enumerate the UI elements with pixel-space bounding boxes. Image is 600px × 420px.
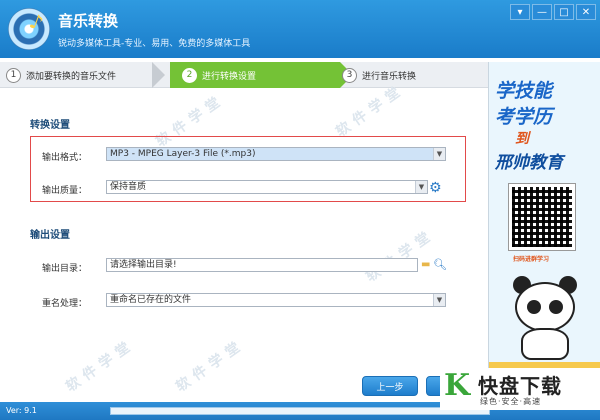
app-subtitle: 锐动多媒体工具-专业、易用、免费的多媒体工具 bbox=[58, 39, 251, 49]
title-bar: ♪ 音乐转换 锐动多媒体工具-专业、易用、免费的多媒体工具 ▾ — □ ✕ bbox=[0, 0, 600, 58]
ad-banner[interactable]: 学技能 考学历 到 邢帅教育 扫码进群学习 bbox=[488, 62, 600, 402]
site-logo-icon: K bbox=[444, 368, 471, 403]
output-quality-label: 输出质量： bbox=[42, 186, 88, 196]
panda-mascot-icon bbox=[507, 272, 585, 362]
search-icon[interactable]: 🔍︎ bbox=[433, 258, 447, 271]
step-label: 添加要转换的音乐文件 bbox=[26, 71, 117, 82]
menu-button[interactable]: ▾ bbox=[510, 4, 530, 20]
watermark-text: 软件学堂 bbox=[333, 81, 408, 141]
dropdown-arrow-icon[interactable]: ▼ bbox=[433, 294, 445, 306]
dropdown-arrow-icon[interactable]: ▼ bbox=[433, 148, 445, 160]
step-add-files[interactable]: 1 添加要转换的音乐文件 bbox=[6, 62, 116, 88]
gear-icon[interactable]: ⚙ bbox=[429, 180, 445, 196]
watermark-text: 软件学堂 bbox=[173, 336, 248, 396]
rename-value: 重命名已存在的文件 bbox=[110, 295, 192, 305]
version-label: Ver: 9.1 bbox=[6, 406, 37, 415]
step-number: 1 bbox=[6, 67, 21, 83]
site-title: 快盘下载 bbox=[478, 374, 562, 398]
output-dir-value: 请选择输出目录! bbox=[110, 260, 177, 270]
step-convert[interactable]: 3 进行音乐转换 bbox=[342, 62, 416, 88]
step-settings[interactable]: 2 进行转换设置 bbox=[182, 62, 256, 88]
ad-headline: 考学历 bbox=[495, 106, 553, 128]
music-note-icon: ♪ bbox=[26, 8, 47, 36]
ad-headline: 学技能 bbox=[495, 80, 553, 102]
progress-bar bbox=[110, 407, 490, 415]
rename-label: 重名处理： bbox=[42, 299, 88, 309]
output-quality-select[interactable]: 保持音质 ▼ bbox=[106, 180, 428, 194]
qr-caption: 扫码进群学习 bbox=[513, 256, 550, 263]
watermark-text: 软件学堂 bbox=[63, 336, 138, 396]
step-number: 2 bbox=[182, 67, 197, 83]
qr-code bbox=[508, 183, 576, 251]
folder-icon[interactable]: ▬ bbox=[421, 259, 430, 270]
ad-brand: 邢帅教育 bbox=[495, 153, 563, 173]
output-format-label: 输出格式： bbox=[42, 153, 88, 163]
maximize-button[interactable]: □ bbox=[554, 4, 574, 20]
output-format-select[interactable]: MP3 - MPEG Layer-3 File (*.mp3) ▼ bbox=[106, 147, 446, 161]
prev-button[interactable]: 上一步 bbox=[362, 376, 418, 396]
step-label: 进行音乐转换 bbox=[362, 71, 417, 82]
dropdown-arrow-icon[interactable]: ▼ bbox=[415, 181, 427, 193]
output-quality-value: 保持音质 bbox=[110, 182, 147, 192]
output-dir-input[interactable]: 请选择输出目录! bbox=[106, 258, 418, 272]
output-settings-title: 输出设置 bbox=[30, 230, 70, 241]
download-site-logo: K 快盘下载 绿色·安全·高速 bbox=[440, 368, 600, 410]
app-logo-icon: ♪ bbox=[8, 8, 50, 50]
output-format-value: MP3 - MPEG Layer-3 File (*.mp3) bbox=[110, 149, 256, 159]
step-number: 3 bbox=[342, 67, 357, 83]
wizard-steps: 1 添加要转换的音乐文件 2 进行转换设置 3 进行音乐转换 bbox=[0, 62, 488, 88]
output-dir-label: 输出目录： bbox=[42, 264, 88, 274]
step-separator bbox=[152, 62, 165, 88]
conversion-settings-title: 转换设置 bbox=[30, 120, 70, 131]
app-title: 音乐转换 bbox=[58, 12, 119, 30]
ad-headline: 到 bbox=[515, 131, 529, 147]
close-button[interactable]: ✕ bbox=[576, 4, 596, 20]
minimize-button[interactable]: — bbox=[532, 4, 552, 20]
rename-select[interactable]: 重命名已存在的文件 ▼ bbox=[106, 293, 446, 307]
site-slogan: 绿色·安全·高速 bbox=[480, 397, 542, 406]
step-label: 进行转换设置 bbox=[202, 71, 257, 82]
watermark-text: 软件学堂 bbox=[363, 226, 438, 286]
window-controls: ▾ — □ ✕ bbox=[510, 4, 596, 20]
